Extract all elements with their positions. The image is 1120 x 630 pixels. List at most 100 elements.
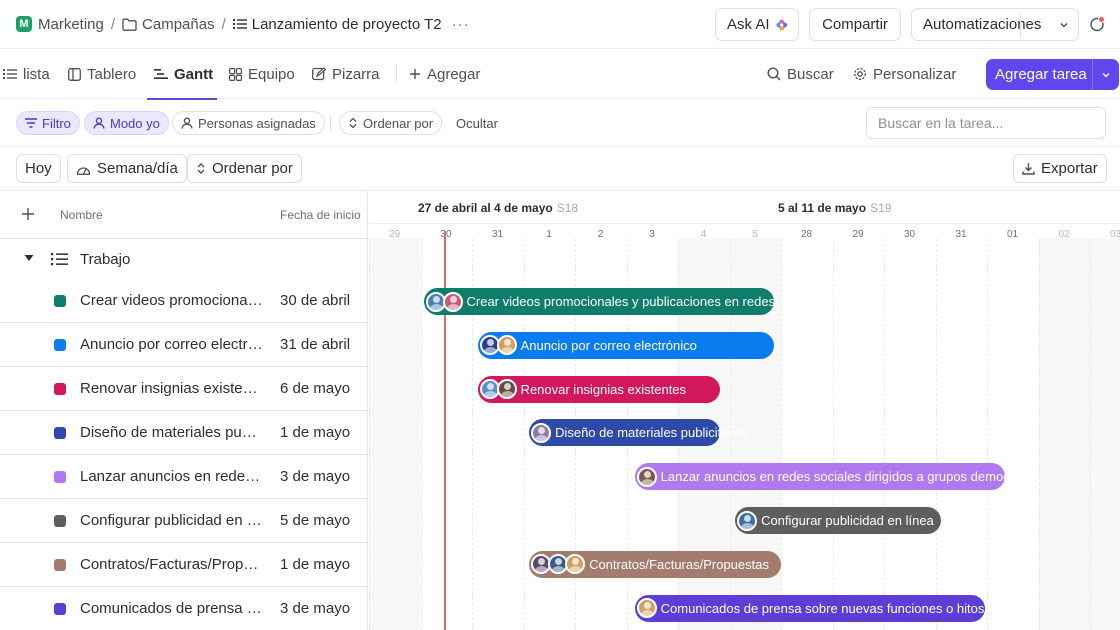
- task-start-date[interactable]: 31 de abril: [280, 336, 350, 353]
- task-status-square[interactable]: [54, 339, 66, 351]
- task-name[interactable]: Configurar publicidad en línea: [80, 512, 264, 529]
- automations-button[interactable]: Automatizaciones: [911, 8, 1079, 41]
- gantt-bar-label-text: Configurar publicidad en línea: [761, 513, 934, 528]
- assignee-avatars: [636, 466, 657, 487]
- assignees-button[interactable]: Personas asignadas: [172, 111, 325, 135]
- plus-icon[interactable]: [21, 207, 35, 221]
- avatar[interactable]: [496, 335, 517, 356]
- search-button[interactable]: Buscar: [767, 49, 834, 99]
- customize-button[interactable]: Personalizar: [853, 49, 956, 99]
- tab-list[interactable]: lista: [3, 49, 50, 99]
- avatar[interactable]: [636, 466, 657, 487]
- breadcrumb-list[interactable]: Lanzamiento de proyecto T2: [232, 16, 442, 33]
- task-status-square[interactable]: [54, 383, 66, 395]
- filter-icon: [25, 118, 37, 128]
- notification-icon[interactable]: [1089, 16, 1105, 32]
- ask-ai-button[interactable]: Ask AI: [715, 8, 799, 41]
- gantt-bar-label-text: Crear videos promocionales y publicacion…: [466, 294, 776, 309]
- tab-whiteboard[interactable]: Pizarra: [312, 49, 380, 99]
- ask-ai-label: Ask AI: [727, 16, 770, 33]
- task-status-square[interactable]: [54, 471, 66, 483]
- tabs-divider: [396, 64, 397, 84]
- gantt-sort-button[interactable]: Ordenar por: [187, 154, 302, 183]
- tab-gantt[interactable]: Gantt: [147, 49, 217, 100]
- sort-icon: [349, 117, 357, 129]
- task-start-date[interactable]: 1 de mayo: [280, 424, 350, 441]
- today-button[interactable]: Hoy: [16, 154, 61, 183]
- gantt-bar[interactable]: Renovar insignias existentes: [477, 375, 720, 403]
- task-start-date[interactable]: 3 de mayo: [280, 600, 350, 617]
- gantt-bar[interactable]: Contratos/Facturas/Propuestas: [529, 550, 782, 578]
- task-name[interactable]: Comunicados de prensa sobre nuevas funci…: [80, 600, 264, 617]
- column-name-header[interactable]: Nombre: [60, 208, 103, 222]
- add-task-button[interactable]: Agregar tarea: [986, 59, 1119, 90]
- table-row[interactable]: Contratos/Facturas/Propuestas 1 de mayo: [0, 543, 367, 587]
- task-name[interactable]: Anuncio por correo electrónico: [80, 336, 264, 353]
- more-options-icon[interactable]: ···: [452, 16, 470, 33]
- gantt-bar-label: Configurar publicidad en línea: [761, 513, 934, 528]
- task-start-date[interactable]: 3 de mayo: [280, 468, 350, 485]
- task-name[interactable]: Contratos/Facturas/Propuestas: [80, 556, 264, 573]
- breadcrumb-space[interactable]: M Marketing: [16, 16, 104, 33]
- avatar[interactable]: [531, 422, 552, 443]
- caret-down-icon[interactable]: [24, 254, 34, 262]
- task-name[interactable]: Lanzar anuncios en redes sociales dirigi…: [80, 468, 264, 485]
- avatar[interactable]: [565, 554, 586, 575]
- week-number: S19: [870, 201, 892, 215]
- gantt-bar[interactable]: Configurar publicidad en línea: [735, 507, 942, 534]
- gantt-bar[interactable]: Comunicados de prensa sobre nuevas funci…: [634, 594, 1053, 622]
- search-icon: [767, 67, 781, 81]
- task-start-date[interactable]: 30 de abril: [280, 292, 350, 309]
- table-row[interactable]: Lanzar anuncios en redes sociales dirigi…: [0, 455, 367, 499]
- avatar[interactable]: [737, 510, 758, 531]
- task-status-square[interactable]: [54, 559, 66, 571]
- gantt-bar[interactable]: Diseño de materiales publicitarios: [529, 419, 749, 447]
- add-task-dropdown[interactable]: [1093, 69, 1119, 81]
- task-status-square[interactable]: [54, 427, 66, 439]
- gantt-bar-label-text: Anuncio por correo electrónico: [520, 337, 697, 353]
- gantt-bar[interactable]: Anuncio por correo electrónico: [477, 331, 774, 359]
- gantt-bar[interactable]: Crear videos promocionales y publicacion…: [423, 288, 826, 315]
- task-name[interactable]: Diseño de materiales publicitarios: [80, 424, 264, 441]
- task-start-date[interactable]: 5 de mayo: [280, 512, 350, 529]
- table-row[interactable]: Diseño de materiales publicitarios 1 de m…: [0, 411, 367, 455]
- me-mode-button[interactable]: Modo yo: [84, 111, 169, 135]
- task-name[interactable]: Crear videos promocionales y publicacion…: [80, 292, 264, 309]
- automations-label: Automatizaciones: [923, 16, 1042, 33]
- whiteboard-icon: [312, 67, 326, 81]
- breadcrumb-folder[interactable]: Campañas: [122, 16, 215, 33]
- task-search-input[interactable]: [866, 107, 1106, 139]
- week-range-label: 27 de abril al 4 de mayo: [418, 201, 553, 215]
- breadcrumb-folder-label: Campañas: [142, 15, 215, 33]
- sort-button[interactable]: Ordenar por: [339, 111, 443, 135]
- task-status-square[interactable]: [54, 603, 66, 615]
- gantt-bar[interactable]: Lanzar anuncios en redes sociales dirigi…: [634, 463, 1117, 491]
- hide-button[interactable]: Ocultar: [456, 111, 498, 135]
- avatar[interactable]: [496, 379, 517, 400]
- export-button[interactable]: Exportar: [1013, 154, 1107, 183]
- table-row[interactable]: Comunicados de prensa sobre nuevas funci…: [0, 587, 367, 630]
- table-row[interactable]: Anuncio por correo electrónico 31 de abri…: [0, 323, 367, 367]
- task-start-date[interactable]: 6 de mayo: [280, 380, 350, 397]
- task-status-square[interactable]: [54, 295, 66, 307]
- chevron-down-icon[interactable]: [1058, 19, 1070, 31]
- task-start-date[interactable]: 1 de mayo: [280, 556, 350, 573]
- sparkle-icon: [775, 19, 787, 30]
- task-status-square[interactable]: [54, 515, 66, 527]
- share-button[interactable]: Compartir: [809, 8, 901, 41]
- week-day-button[interactable]: Semana/día: [67, 154, 187, 183]
- gantt-bar-label-text: Contratos/Facturas/Propuestas: [589, 556, 769, 572]
- column-start-header[interactable]: Fecha de inicio: [280, 208, 361, 222]
- table-row[interactable]: Configurar publicidad en línea 5 de mayo: [0, 499, 367, 543]
- table-row[interactable]: Renovar insignias existentes 6 de mayo: [0, 367, 367, 411]
- tab-board[interactable]: Tablero: [68, 49, 136, 99]
- group-header[interactable]: Trabajo: [0, 239, 367, 279]
- avatar[interactable]: [636, 598, 657, 619]
- tab-team[interactable]: Equipo: [229, 49, 295, 99]
- avatar[interactable]: [442, 291, 463, 312]
- filter-button[interactable]: Filtro: [16, 111, 80, 135]
- day-column: [987, 239, 1038, 630]
- add-view-button[interactable]: Agregar: [396, 49, 480, 99]
- task-name[interactable]: Renovar insignias existentes: [80, 380, 264, 397]
- table-row[interactable]: Crear videos promocionales y publicacion…: [0, 279, 367, 323]
